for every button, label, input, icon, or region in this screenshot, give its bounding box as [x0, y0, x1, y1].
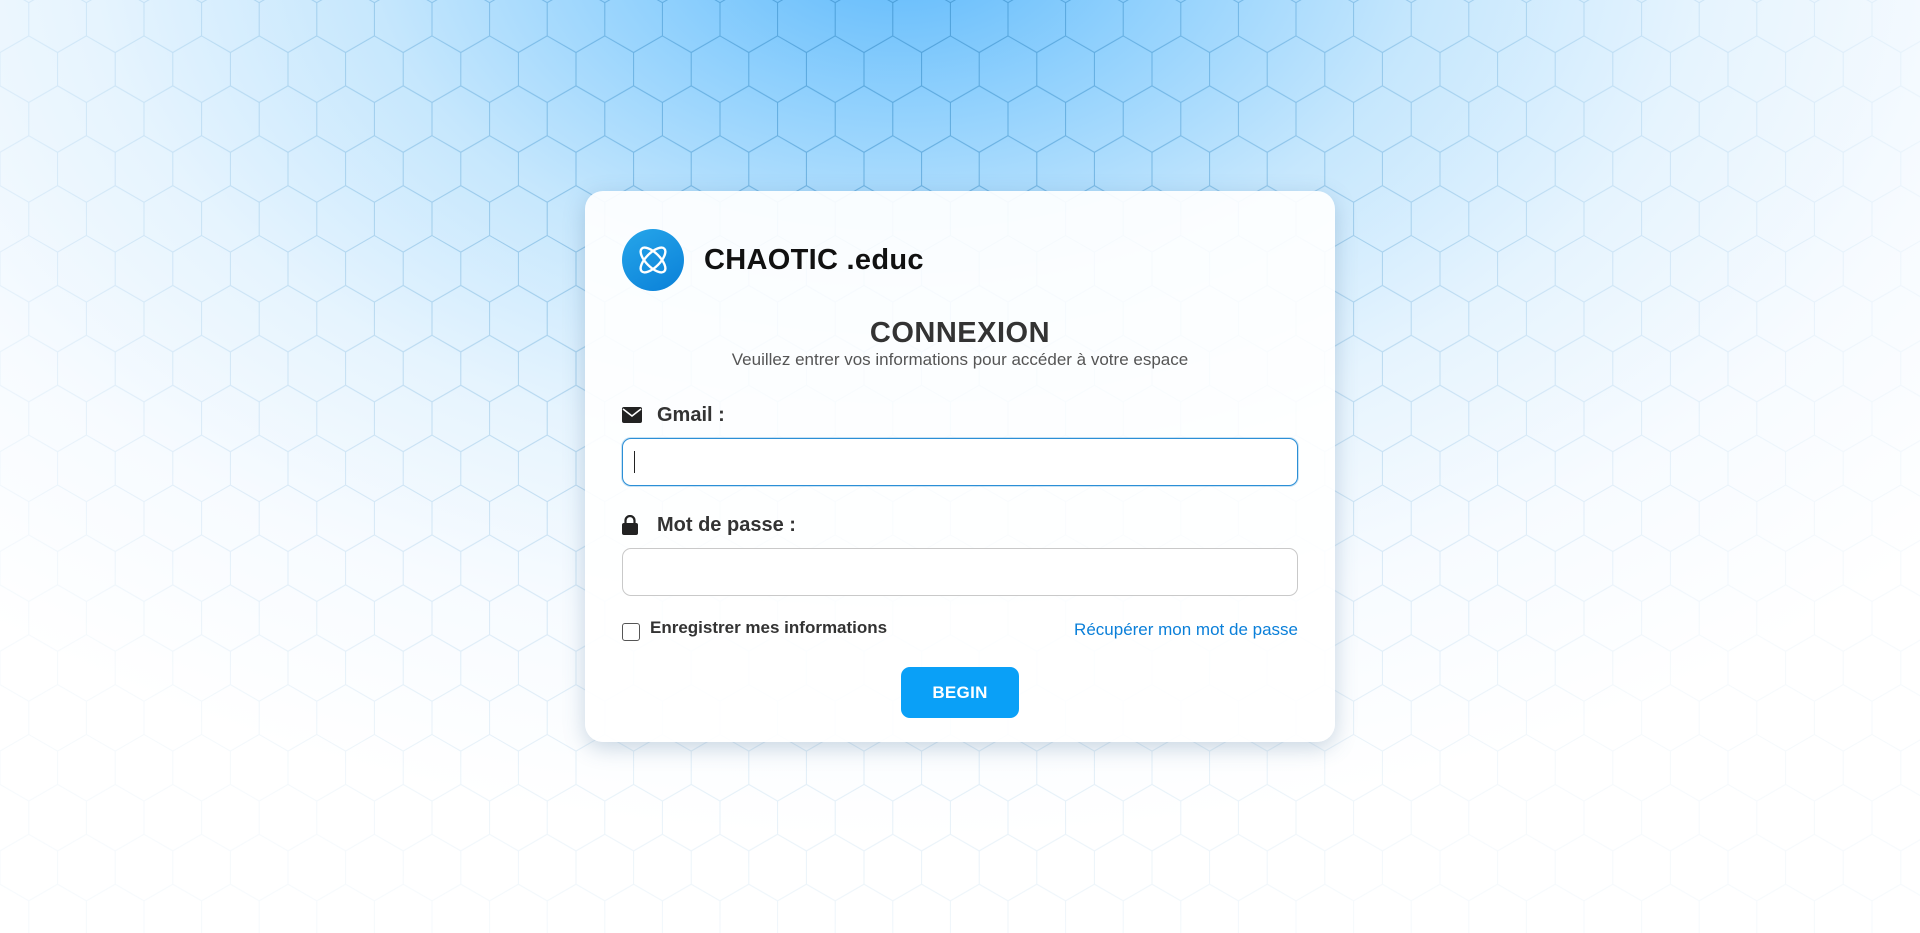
remember-checkbox[interactable] [622, 623, 640, 641]
login-card: CHAOTIC .educ CONNEXION Veuillez entrer … [585, 191, 1335, 742]
email-label: Gmail : [657, 403, 725, 426]
brand-name: CHAOTIC .educ [704, 243, 924, 276]
atom-icon [622, 229, 684, 291]
password-field-wrap [622, 548, 1298, 596]
brand-header: CHAOTIC .educ [622, 229, 1298, 291]
email-label-row: Gmail : [622, 404, 1298, 426]
forgot-password-link[interactable]: Récupérer mon mot de passe [1074, 620, 1298, 640]
page-subtitle: Veuillez entrer vos informations pour ac… [731, 350, 1189, 369]
email-field-wrap [622, 438, 1298, 486]
login-options-row: Enregistrer mes informations Récupérer m… [622, 618, 1298, 642]
remember-label[interactable]: Enregistrer mes informations [650, 618, 887, 638]
password-label-row: Mot de passe : [622, 514, 1298, 536]
lock-icon [622, 515, 644, 535]
begin-button[interactable]: BEGIN [901, 667, 1019, 718]
submit-row: BEGIN [622, 667, 1298, 718]
email-field[interactable] [622, 438, 1298, 486]
password-label: Mot de passe : [657, 513, 796, 536]
password-field[interactable] [622, 548, 1298, 596]
page-title: CONNEXION [869, 317, 1051, 349]
remember-me: Enregistrer mes informations [622, 618, 887, 641]
envelope-icon [622, 407, 644, 423]
text-caret [634, 451, 635, 473]
